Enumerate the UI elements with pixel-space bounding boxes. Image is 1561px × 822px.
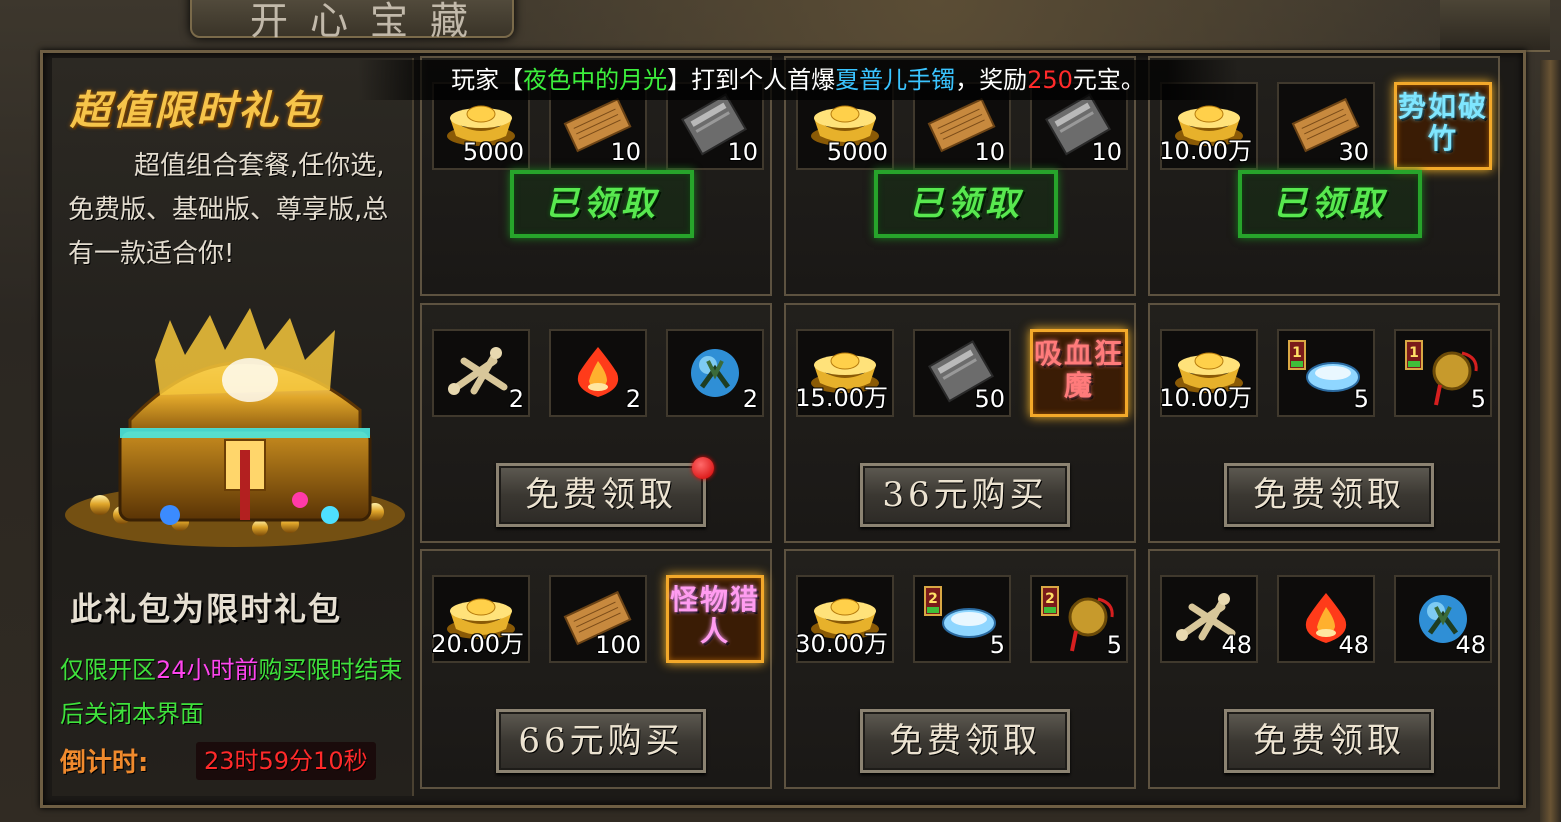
reward-item-slot[interactable]: 30.00万 [795, 575, 894, 663]
announce-mid2: ，奖励 [955, 66, 1028, 94]
announce-player: 夜色中的月光 [523, 66, 668, 94]
reward-item-slot[interactable]: 25 [1030, 575, 1128, 663]
title-badge-icon[interactable]: 怪物猎人 [666, 575, 764, 663]
claimed-stamp: 已领取 [1238, 170, 1422, 238]
window-title: 开心宝藏 [250, 0, 491, 43]
item-count: 10 [610, 138, 641, 166]
claim-free-button[interactable]: 免费领取 [1224, 463, 1434, 527]
item-count: 5 [989, 631, 1005, 659]
reward-item-slot[interactable]: 50 [913, 329, 1011, 417]
buy-button[interactable]: 36元购买 [860, 463, 1070, 527]
note-highlight: 24小时前 [156, 656, 259, 684]
title-badge-icon[interactable]: 势如破竹 [1394, 82, 1492, 170]
reward-item-slot[interactable]: 25 [913, 575, 1011, 663]
right-border [1540, 60, 1561, 822]
svg-text:1: 1 [1292, 345, 1302, 361]
item-count: 10.00万 [1159, 137, 1252, 165]
reward-item-slot[interactable]: 100 [549, 575, 647, 663]
package-card: 2 2 2 免费领取 [420, 303, 772, 543]
item-count: 100 [595, 631, 641, 659]
announcement-banner: 玩家【夜色中的月光】打到个人首爆夏普儿手镯，奖励250元宝。 [358, 60, 1238, 100]
announce-prefix: 玩家【 [451, 66, 524, 94]
notification-dot [692, 457, 714, 479]
item-count: 5000 [462, 138, 524, 166]
reward-item-slot[interactable]: 48 [1394, 575, 1492, 663]
item-count: 2 [625, 385, 641, 413]
item-count: 2 [508, 385, 524, 413]
package-card: 48 48 48 免费领取 [1148, 549, 1500, 789]
item-count: 5 [1470, 385, 1486, 413]
item-count: 50 [974, 385, 1005, 413]
limited-title: 此礼包为限时礼包 [70, 590, 343, 628]
item-count: 30.00万 [795, 630, 888, 658]
title-badge-label: 吸血狂魔 [1033, 337, 1124, 402]
package-card: 20.00万 100 怪物猎人 66元购买 [420, 549, 772, 789]
claim-free-button[interactable]: 免费领取 [496, 463, 706, 527]
reward-item-slot[interactable]: 15 [1394, 329, 1492, 417]
item-count: 30 [1338, 138, 1369, 166]
claimed-stamp: 已领取 [874, 170, 1058, 238]
reward-item-slot[interactable]: 15 [1277, 329, 1375, 417]
announce-item: 夏普儿手镯 [835, 66, 956, 94]
package-card: 15.00万 50 吸血狂魔 36元购买 [784, 303, 1136, 543]
item-count: 5000 [826, 138, 888, 166]
item-count: 10 [974, 138, 1005, 166]
item-count: 10 [727, 138, 758, 166]
svg-text:2: 2 [1045, 591, 1055, 607]
item-count: 48 [1221, 631, 1252, 659]
announce-suffix: 元宝。 [1072, 66, 1145, 94]
item-count: 48 [1455, 631, 1486, 659]
announce-mid: 】打到个人首爆 [667, 66, 836, 94]
reward-item-slot[interactable]: 30 [1277, 82, 1375, 170]
countdown-timer: 23时59分10秒 [196, 742, 376, 780]
package-card: 30.00万 2 5 2 5 免费领取 [784, 549, 1136, 789]
title-badge-label: 怪物猎人 [669, 583, 760, 648]
reward-item-slot[interactable]: 48 [1160, 575, 1258, 663]
item-count: 2 [742, 385, 758, 413]
limited-note: 仅限开区24小时前购买限时结束后关闭本界面 [60, 648, 410, 736]
item-count: 20.00万 [431, 630, 524, 658]
svg-text:2: 2 [928, 591, 938, 607]
treasure-chest-icon [60, 300, 410, 550]
package-card: 10.00万 1 5 1 5 免费领取 [1148, 303, 1500, 543]
countdown-label: 倒计时: [60, 748, 149, 778]
svg-text:1: 1 [1409, 345, 1419, 361]
buy-button[interactable]: 66元购买 [496, 709, 706, 773]
reward-item-slot[interactable]: 10.00万 [1159, 329, 1258, 417]
title-badge-icon[interactable]: 吸血狂魔 [1030, 329, 1128, 417]
reward-item-slot[interactable]: 2 [432, 329, 530, 417]
claimed-stamp: 已领取 [510, 170, 694, 238]
item-count: 15.00万 [795, 384, 888, 412]
item-count: 48 [1338, 631, 1369, 659]
item-count: 5 [1106, 631, 1122, 659]
reward-item-slot[interactable]: 48 [1277, 575, 1375, 663]
title-badge-label: 势如破竹 [1397, 90, 1488, 155]
note-prefix: 仅限开区 [60, 656, 156, 684]
item-count: 10.00万 [1159, 384, 1252, 412]
item-count: 5 [1353, 385, 1369, 413]
item-count: 10 [1091, 138, 1122, 166]
reward-item-slot[interactable]: 20.00万 [431, 575, 530, 663]
reward-item-slot[interactable]: 2 [666, 329, 764, 417]
corner-ornament [1440, 0, 1550, 52]
claim-free-button[interactable]: 免费领取 [1224, 709, 1434, 773]
promo-title: 超值限时礼包 [70, 88, 322, 134]
announce-amount: 250 [1027, 66, 1073, 94]
claim-free-button[interactable]: 免费领取 [860, 709, 1070, 773]
reward-item-slot[interactable]: 2 [549, 329, 647, 417]
promo-description: 超值组合套餐,任你选,免费版、基础版、尊享版,总有一款适合你! [68, 151, 389, 269]
reward-item-slot[interactable]: 15.00万 [795, 329, 894, 417]
